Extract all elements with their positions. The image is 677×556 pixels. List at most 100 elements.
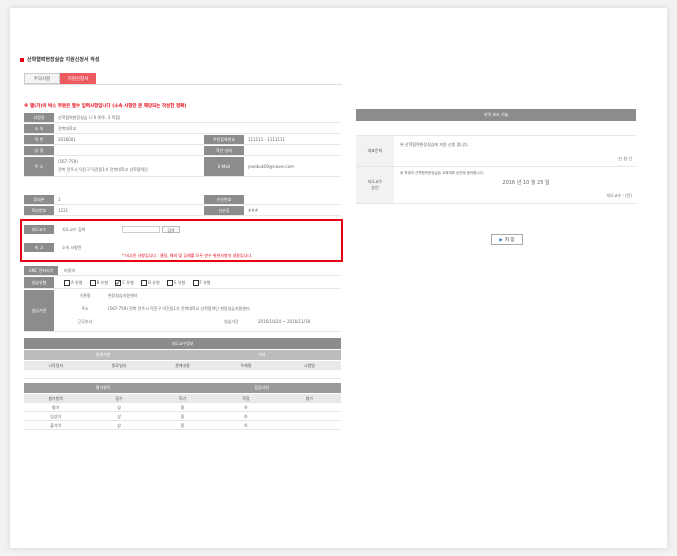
column-header: 점수 bbox=[87, 394, 151, 403]
table-cell[interactable]: 하 bbox=[214, 412, 278, 421]
subheader-cell: 평가항목 bbox=[95, 385, 111, 390]
row-label: 성 명 bbox=[24, 146, 54, 155]
type-option-d[interactable]: D 유형 bbox=[141, 278, 160, 288]
signature-panel: 지역 보조 기술 대표문희 위 산학협력현장실습에 지원 신청 합니다. 신 청… bbox=[356, 109, 636, 204]
table-cell bbox=[277, 403, 341, 412]
section-eval-subheader: 평가항목 점검사항 bbox=[24, 383, 341, 393]
type-option-label: F 유형 bbox=[199, 280, 211, 285]
advisor-approval-label: 지도교수 승인 bbox=[356, 167, 394, 203]
row-dept-number: 학부번호 1221 신분증 ### bbox=[24, 206, 341, 216]
advisor-highlight-box: 지도교수 지도교수 검색 검색 비 고 소속 사항란 * 비고란 사항입니다 :… bbox=[20, 219, 343, 262]
row-unc: UNC 전처리기 미정의 bbox=[24, 266, 341, 276]
checkbox-icon[interactable] bbox=[167, 280, 174, 286]
table-cell bbox=[24, 370, 88, 379]
title-bullet-icon bbox=[20, 57, 24, 62]
approval-date: 2016 년 10 월 25 일 bbox=[502, 180, 550, 186]
email-value: jeonbuk00@naver.com bbox=[248, 164, 294, 169]
advisor-sublabel: 지도교수 검색 bbox=[62, 227, 86, 232]
table-cell[interactable]: 상 bbox=[87, 412, 151, 421]
table-cell[interactable]: 중 bbox=[150, 403, 215, 412]
checkbox-icon[interactable] bbox=[141, 280, 148, 286]
table-cell[interactable]: 상 bbox=[87, 421, 151, 430]
section-advisor-subheader: 관계사항 기타 bbox=[24, 350, 341, 360]
save-button-label: 저 장 bbox=[504, 238, 515, 243]
table-cell: 입상이 bbox=[24, 412, 88, 421]
row-label: 주민등록번호 bbox=[204, 135, 244, 144]
note-label: 비 고 bbox=[24, 243, 54, 252]
grade-status-value bbox=[248, 146, 338, 155]
row-label: 과정명 bbox=[24, 113, 54, 122]
tab-bar: 주의사항 지원신청서 bbox=[24, 73, 96, 84]
tab-notice[interactable]: 주의사항 bbox=[24, 73, 60, 84]
required-notice: ※ 별(가)의 박스 부분은 필수 입력사항입니다 (소속 사항만 문 해당되는… bbox=[24, 104, 187, 109]
org-addr-value: (567-759) 전북 전주시 덕진구 덕진동1가 전북대학교 산학협력단 현… bbox=[108, 306, 250, 311]
checkbox-checked-icon[interactable] bbox=[115, 278, 122, 288]
row-label: 학부번호 bbox=[24, 206, 54, 215]
row-label: 신분증 bbox=[204, 206, 244, 215]
advisor-search-input[interactable] bbox=[122, 226, 160, 233]
row-label: UNC 전처리기 bbox=[24, 266, 58, 275]
table-cell bbox=[214, 370, 278, 379]
phone-value: 1 bbox=[58, 197, 61, 202]
org-dept-value bbox=[108, 317, 168, 326]
subheader-cell: 기타 bbox=[258, 352, 266, 357]
applicant-row: 대표문희 위 산학협력현장실습에 지원 신청 합니다. 신 청 인 bbox=[356, 136, 636, 167]
tab-application[interactable]: 지원신청서 bbox=[60, 73, 96, 84]
org-name-value: 현장실습지원센터 bbox=[108, 293, 138, 298]
table-cell[interactable]: 하 bbox=[214, 403, 278, 412]
resident-number-value: 111111 - 1111111 bbox=[248, 137, 286, 142]
type-option-label: B 유형 bbox=[96, 280, 109, 285]
table-cell[interactable]: 하 bbox=[214, 421, 278, 430]
affiliation-value: 전북대학교 bbox=[58, 126, 77, 131]
landline-value bbox=[248, 195, 338, 204]
applicant-text: 위 산학협력현장실습에 지원 신청 합니다. bbox=[400, 142, 469, 147]
row-affiliation: 소 속 전북대학교 bbox=[24, 124, 341, 134]
note-sublabel: 소속 사항란 bbox=[62, 245, 82, 250]
advisor-label: 지도교수 bbox=[24, 225, 54, 234]
type-option-b[interactable]: B 유형 bbox=[89, 278, 109, 288]
row-practice-type: 실습유형 A 유형 B 유형 C 유형 D 유형 E 유형 F 유형 bbox=[24, 277, 341, 289]
type-option-a[interactable]: A 유형 bbox=[64, 278, 82, 288]
save-button[interactable]: ▶ 저 장 bbox=[491, 234, 523, 245]
page-title-text: 산학협력현장실습 지원신청서 작성 bbox=[27, 57, 100, 63]
org-name-label: 기관명 bbox=[79, 293, 91, 298]
advisor-approval-text: 위 학생의 산학협력현장실습 교육계획 승인에 동의합니다. bbox=[400, 171, 484, 175]
type-option-label: A 유형 bbox=[71, 280, 83, 285]
type-option-f[interactable]: F 유형 bbox=[192, 278, 211, 288]
table-cell[interactable]: 중 bbox=[150, 412, 215, 421]
arrow-right-icon: ▶ bbox=[499, 238, 503, 243]
table-cell bbox=[87, 370, 151, 379]
type-options: A 유형 B 유형 C 유형 D 유형 E 유형 F 유형 bbox=[64, 278, 339, 288]
row-phone: 휴대폰 1 유선번호 bbox=[24, 195, 341, 205]
table-cell[interactable]: 상 bbox=[87, 403, 151, 412]
table-cell bbox=[277, 412, 341, 421]
section-advisor-cols: 시작일자 종료일자 관계내용 주제명 시험명 bbox=[24, 361, 341, 379]
type-option-label: E 유형 bbox=[174, 280, 186, 285]
column-header: 종료일자 bbox=[87, 361, 151, 370]
checkbox-icon[interactable] bbox=[64, 280, 70, 286]
row-label: 실습기관 bbox=[24, 290, 54, 331]
row-student-id: 학 번 2016001 주민등록번호 111111 - 1111111 bbox=[24, 135, 341, 145]
column-header: 평가항목 bbox=[24, 394, 88, 403]
row-label: 실습유형 bbox=[24, 277, 54, 288]
table-cell[interactable]: 중 bbox=[150, 421, 215, 430]
row-course: 과정명 산학협력현장실습 I / II (6주, 3 학점) bbox=[24, 113, 341, 123]
row-label: 소 속 bbox=[24, 124, 54, 133]
note-text: * 비고란 사항입니다 : 결정, 해외 및 공채를 모두 연수 위한사항의 내… bbox=[122, 253, 253, 258]
advisor-search-button[interactable]: 검색 bbox=[162, 226, 180, 233]
applicant-label: 대표문희 bbox=[356, 136, 394, 166]
org-period-label: 실습기간 bbox=[224, 319, 239, 324]
row-address: 주 소 (567-759) 전북 전주시 덕진구 덕진동1가 전북대학교 산학협… bbox=[24, 157, 341, 177]
applicant-sign: 신 청 인 bbox=[618, 156, 632, 161]
checkbox-icon[interactable] bbox=[89, 280, 96, 286]
row-label: E-Mail bbox=[204, 157, 244, 176]
course-value: 산학협력현장실습 I / II (6주, 3 학점) bbox=[58, 115, 121, 120]
type-option-e[interactable]: E 유형 bbox=[167, 278, 185, 288]
type-option-c[interactable]: C 유형 bbox=[115, 278, 134, 288]
checkbox-icon[interactable] bbox=[192, 280, 199, 286]
row-label: 휴대폰 bbox=[24, 195, 54, 204]
table-cell: 평가 bbox=[24, 403, 88, 412]
dept-number-value: 1221 bbox=[58, 208, 69, 213]
row-label: 학 번 bbox=[24, 135, 54, 144]
address-value: 전북 전주시 덕진구 덕진동1가 전북대학교 산학협력단 bbox=[58, 167, 148, 172]
